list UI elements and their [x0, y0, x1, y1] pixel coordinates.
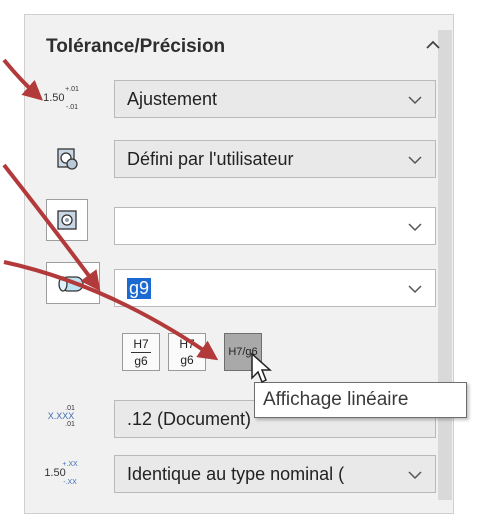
arrow-to-tolerance-type [2, 58, 43, 101]
annotation-arrows [2, 58, 219, 361]
arrow-to-shaft-fit [2, 163, 101, 292]
arrow-to-linear-button [3, 260, 219, 361]
mouse-pointer-icon [251, 352, 272, 384]
